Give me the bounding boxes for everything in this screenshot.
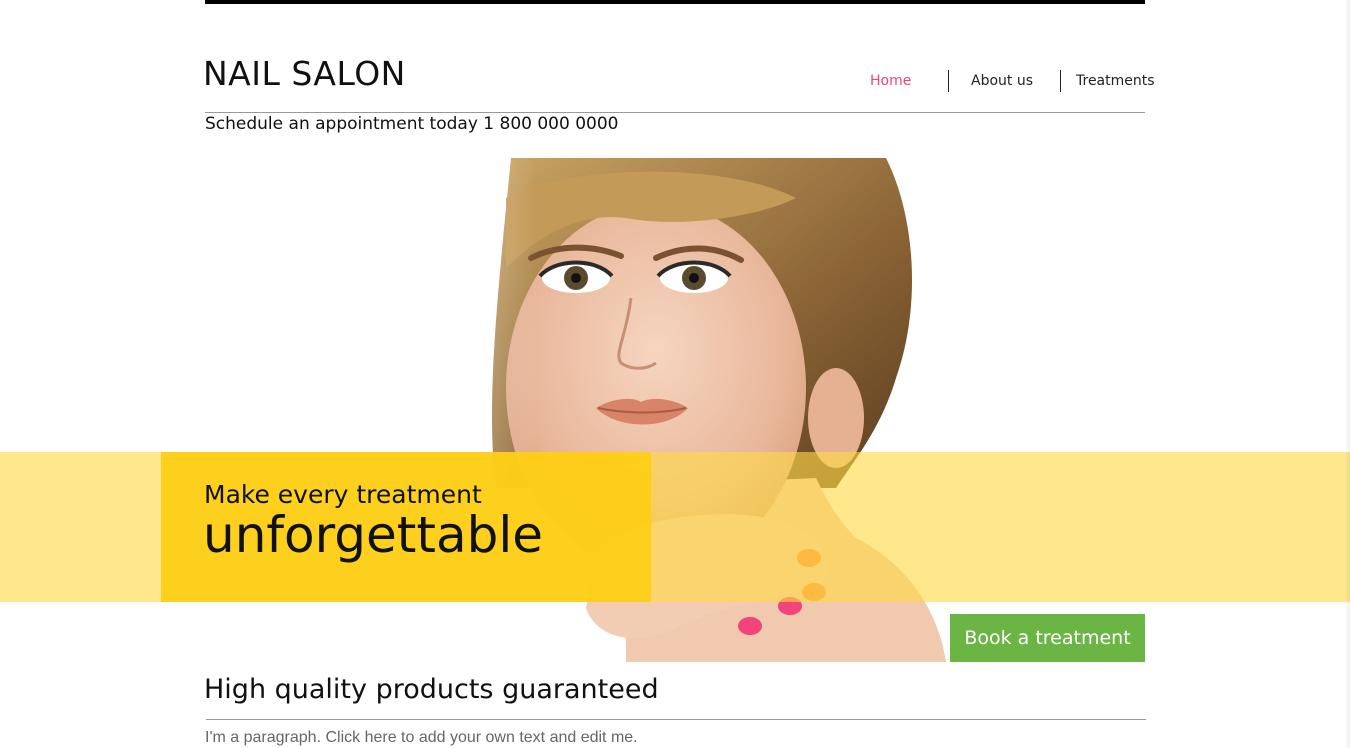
section-paragraph[interactable]: I'm a paragraph. Click here to add your …: [205, 729, 638, 747]
header-divider: [205, 112, 1145, 113]
nav-item-home[interactable]: Home: [870, 70, 911, 92]
window-edge-shadow: [1344, 0, 1350, 748]
nav-divider: [1060, 70, 1061, 92]
nav-item-about-us[interactable]: About us: [971, 70, 1033, 92]
section-title: High quality products guaranteed: [204, 674, 659, 705]
main-nav: Home About us Treatments: [840, 70, 1170, 92]
site-logo[interactable]: NAIL SALON: [203, 54, 406, 93]
hero-tagline-line-2: unforgettable: [203, 506, 543, 564]
page: NAIL SALON Home About us Treatments Sche…: [0, 0, 1350, 748]
nav-item-treatments[interactable]: Treatments: [1076, 70, 1155, 92]
book-treatment-button[interactable]: Book a treatment: [950, 614, 1145, 662]
hero-tagline-line-1: Make every treatment: [204, 480, 482, 509]
top-bar: [205, 0, 1145, 4]
section-divider: [206, 719, 1146, 720]
schedule-appointment-text: Schedule an appointment today 1 800 000 …: [205, 114, 619, 134]
nav-divider: [948, 70, 949, 92]
